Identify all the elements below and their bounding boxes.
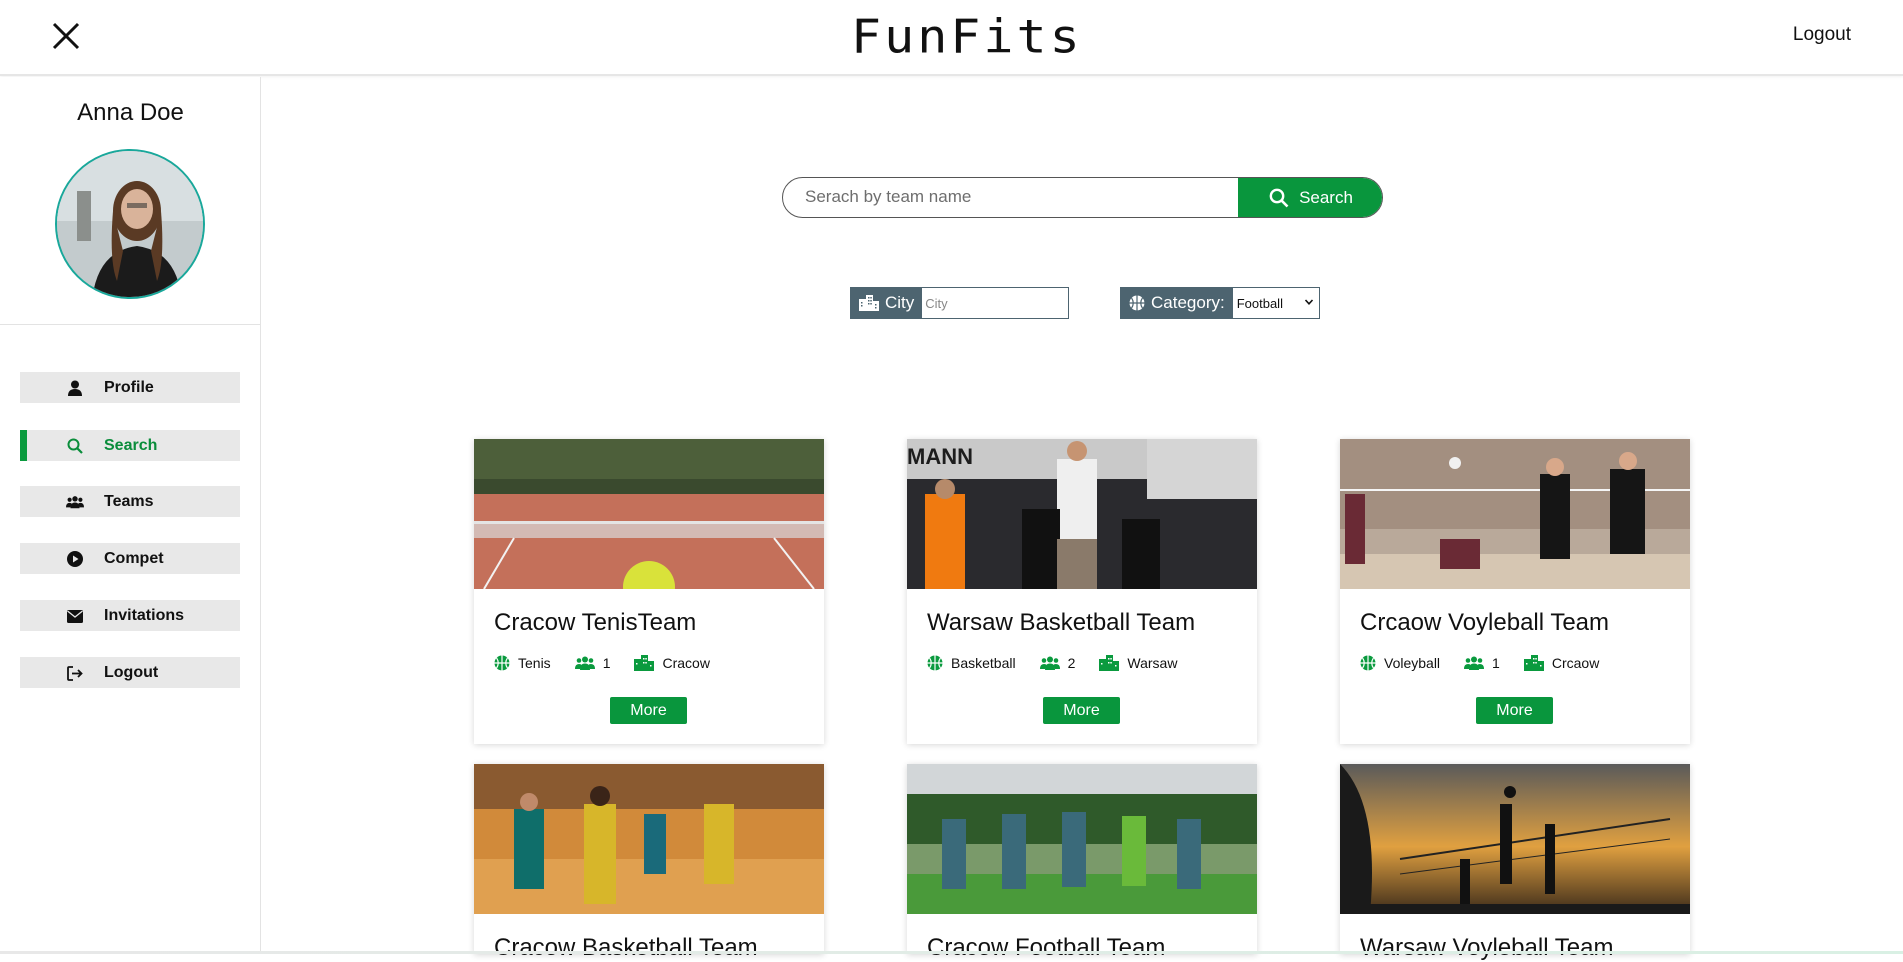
team-city-label: Warsaw xyxy=(1127,655,1178,671)
search-icon xyxy=(1269,188,1289,207)
team-image-volleyball[interactable] xyxy=(1340,439,1690,589)
close-icon[interactable] xyxy=(50,20,82,52)
basketball-icon xyxy=(927,655,943,671)
team-members: 2 xyxy=(1039,655,1076,671)
team-meta: Basketball 2 Warsaw xyxy=(927,655,1201,671)
city-filter-label: City xyxy=(851,288,923,318)
team-image-volleyball-sunset[interactable] xyxy=(1340,764,1690,914)
team-members-count: 2 xyxy=(1067,655,1076,671)
city-label: City xyxy=(885,293,915,312)
more-button[interactable]: More xyxy=(1476,697,1553,724)
category-filter-label: Category: xyxy=(1121,288,1233,318)
team-meta: Voleyball 1 Crcaow xyxy=(1360,655,1623,671)
users-icon xyxy=(1039,656,1060,670)
team-image-tennis[interactable] xyxy=(474,439,824,589)
users-icon xyxy=(574,656,595,670)
team-city: Crcaow xyxy=(1523,655,1600,671)
basketball-icon xyxy=(494,655,510,671)
team-image-basketball-gym[interactable] xyxy=(474,764,824,914)
team-city-label: Crcaow xyxy=(1551,655,1600,671)
city-icon xyxy=(859,295,879,311)
play-circle-icon xyxy=(66,550,84,568)
team-card: MANN Warsaw Basketball Team Basketball 2… xyxy=(907,439,1257,744)
search-icon xyxy=(66,437,84,455)
team-card: Cracow Football Team xyxy=(907,764,1257,961)
team-name[interactable]: Warsaw Basketball Team xyxy=(927,609,1195,637)
sidebar-item-label: Search xyxy=(104,437,158,454)
search-bar: Search xyxy=(782,177,1383,218)
avatar-photo xyxy=(57,151,203,297)
sidebar-item-label: Invitations xyxy=(104,607,185,624)
team-card: Crcaow Voyleball Team Voleyball 1 Crcaow… xyxy=(1340,439,1690,744)
sidebar-item-invitations[interactable]: Invitations xyxy=(20,600,240,631)
basketball-icon xyxy=(1360,655,1376,671)
sidebar-item-compet[interactable]: Compet xyxy=(20,543,240,574)
team-name[interactable]: Crcaow Voyleball Team xyxy=(1360,609,1609,637)
users-icon xyxy=(1464,656,1485,670)
team-sport: Basketball xyxy=(927,655,1016,671)
basketball-icon xyxy=(1129,295,1145,311)
logout-icon xyxy=(66,664,84,682)
search-button[interactable]: Search xyxy=(1238,178,1382,217)
team-members: 1 xyxy=(1464,655,1500,671)
sidebar-item-search[interactable]: Search xyxy=(20,430,240,461)
users-icon xyxy=(66,493,84,511)
team-name[interactable]: Warsaw Voyleball Team xyxy=(1360,934,1613,962)
sidebar-item-label: Profile xyxy=(104,379,154,396)
team-members-count: 1 xyxy=(602,655,611,671)
category-select[interactable]: Football xyxy=(1232,288,1319,318)
team-sport: Tenis xyxy=(494,655,551,671)
team-meta: Tenis 1 Cracow xyxy=(494,655,734,671)
team-image-football[interactable] xyxy=(907,764,1257,914)
sidebar-item-label: Compet xyxy=(104,550,164,567)
city-input[interactable] xyxy=(922,288,1069,318)
team-card: Warsaw Voyleball Team xyxy=(1340,764,1690,961)
team-card: Cracow TenisTeam Tenis 1 Cracow More xyxy=(474,439,824,744)
team-members: 1 xyxy=(574,655,611,671)
user-name: Anna Doe xyxy=(77,99,184,126)
team-card: Cracow Basketball Team xyxy=(474,764,824,961)
team-city-label: Cracow xyxy=(662,655,710,671)
top-header: FunFits Logout xyxy=(0,0,1903,76)
app-logo[interactable]: FunFits xyxy=(851,10,1083,63)
team-name[interactable]: Cracow Basketball Team xyxy=(494,934,758,962)
team-name[interactable]: Cracow TenisTeam xyxy=(494,609,696,637)
team-city: Cracow xyxy=(634,655,710,671)
search-input[interactable] xyxy=(783,178,1238,216)
sidebar-item-label: Logout xyxy=(104,664,159,681)
city-icon xyxy=(634,655,655,671)
avatar[interactable] xyxy=(55,149,205,299)
team-image-basketball[interactable]: MANN xyxy=(907,439,1257,589)
more-button[interactable]: More xyxy=(610,697,687,724)
envelope-icon xyxy=(66,607,84,625)
sidebar-item-profile[interactable]: Profile xyxy=(20,372,240,403)
sidebar-item-logout[interactable]: Logout xyxy=(20,657,240,688)
team-members-count: 1 xyxy=(1492,655,1500,671)
city-filter: City xyxy=(850,287,1070,319)
team-sport-label: Tenis xyxy=(518,655,551,671)
category-filter: Category: Football xyxy=(1120,287,1320,319)
city-icon xyxy=(1099,655,1120,671)
user-icon xyxy=(66,379,84,397)
city-icon xyxy=(1523,655,1544,671)
team-sport-label: Voleyball xyxy=(1384,655,1441,671)
team-name[interactable]: Cracow Football Team xyxy=(927,934,1165,962)
active-indicator xyxy=(20,430,27,461)
profile-area: Anna Doe xyxy=(0,77,260,325)
header-logout-link[interactable]: Logout xyxy=(1793,24,1851,46)
team-city: Warsaw xyxy=(1099,655,1177,671)
team-sport: Voleyball xyxy=(1360,655,1440,671)
more-button[interactable]: More xyxy=(1043,697,1120,724)
sidebar: Anna Doe Profile Search Teams Compet Inv… xyxy=(0,77,261,954)
svg-text:MANN: MANN xyxy=(907,444,973,469)
sidebar-item-teams[interactable]: Teams xyxy=(20,486,240,517)
category-selected-value: Football xyxy=(1236,295,1283,311)
team-sport-label: Basketball xyxy=(951,655,1016,671)
category-label: Category: xyxy=(1151,293,1225,312)
search-button-label: Search xyxy=(1299,187,1353,207)
chevron-down-icon xyxy=(1304,299,1313,305)
sidebar-item-label: Teams xyxy=(104,493,154,510)
